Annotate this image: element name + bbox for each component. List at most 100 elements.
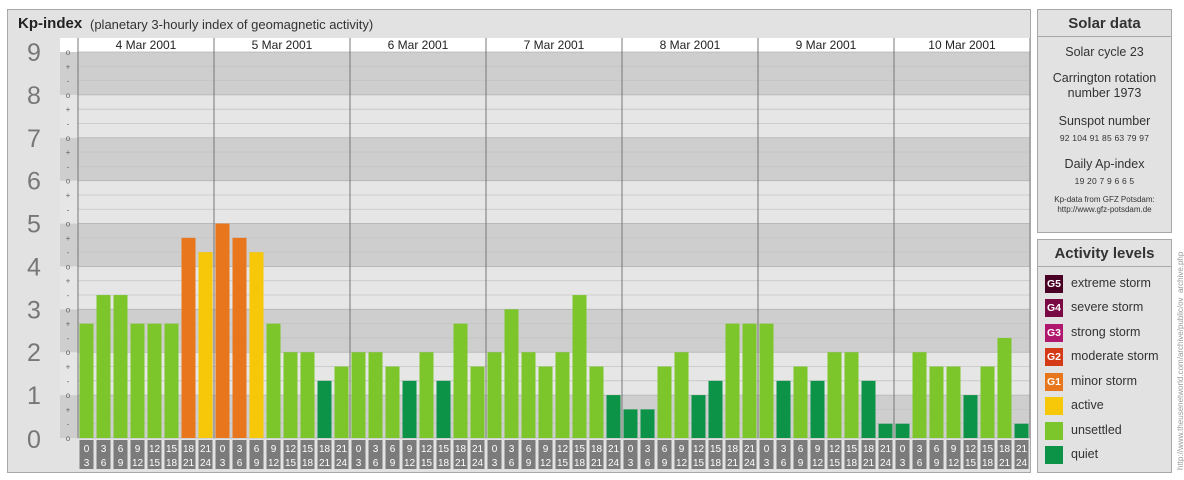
interval-start-label: 3 xyxy=(645,444,651,455)
y-tick-label: 2 xyxy=(27,339,41,367)
interval-end-label: 6 xyxy=(917,458,923,469)
interval-end-label: 12 xyxy=(132,458,144,469)
interval-start-label: 21 xyxy=(472,444,484,455)
y-minor-label: - xyxy=(67,334,70,343)
interval-start-label: 0 xyxy=(900,444,906,455)
y-minor-label: + xyxy=(66,62,71,71)
kp-bar xyxy=(232,237,247,438)
kp-bar xyxy=(674,352,689,438)
interval-start-label: 21 xyxy=(1016,444,1028,455)
interval-start-label: 6 xyxy=(254,444,260,455)
kp-bar xyxy=(351,352,366,438)
interval-start-label: 3 xyxy=(509,444,515,455)
kp-bar xyxy=(623,409,638,438)
source-link[interactable]: http://www.gfz-potsdam.de xyxy=(1038,205,1171,215)
interval-start-label: 21 xyxy=(880,444,892,455)
kp-bar xyxy=(912,352,927,438)
kp-bar xyxy=(453,323,468,438)
interval-start-label: 15 xyxy=(982,444,994,455)
interval-end-label: 3 xyxy=(84,458,90,469)
interval-start-label: 15 xyxy=(574,444,586,455)
interval-start-label: 6 xyxy=(526,444,532,455)
legend-swatch: G3 xyxy=(1045,324,1063,342)
interval-start-label: 3 xyxy=(373,444,379,455)
interval-end-label: 3 xyxy=(900,458,906,469)
interval-start-label: 18 xyxy=(591,444,603,455)
interval-end-label: 18 xyxy=(166,458,178,469)
interval-start-label: 12 xyxy=(149,444,161,455)
kp-bar xyxy=(504,309,519,438)
y-minor-label: - xyxy=(67,248,70,257)
interval-start-label: 18 xyxy=(863,444,875,455)
kp-bar xyxy=(1014,423,1029,438)
interval-start-label: 0 xyxy=(84,444,90,455)
kp-bar xyxy=(725,323,740,438)
interval-end-label: 15 xyxy=(421,458,433,469)
interval-end-label: 9 xyxy=(254,458,260,469)
interval-start-label: 21 xyxy=(336,444,348,455)
kp-bar xyxy=(266,323,281,438)
interval-start-label: 9 xyxy=(815,444,821,455)
interval-end-label: 15 xyxy=(965,458,977,469)
kp-bar xyxy=(470,366,485,438)
y-tick-label: 0 xyxy=(27,426,41,454)
kp-bar xyxy=(742,323,757,438)
legend-label: active xyxy=(1071,398,1104,412)
interval-start-label: 15 xyxy=(302,444,314,455)
interval-start-label: 0 xyxy=(764,444,770,455)
kp-bar xyxy=(538,366,553,438)
interval-end-label: 12 xyxy=(676,458,688,469)
interval-end-label: 18 xyxy=(574,458,586,469)
interval-end-label: 24 xyxy=(200,458,212,469)
activity-levels-panel: Activity levels G5 extreme storm G4 seve… xyxy=(1037,239,1172,473)
y-minor-label: + xyxy=(66,191,71,200)
interval-start-label: 9 xyxy=(951,444,957,455)
kp-bar xyxy=(521,352,536,438)
kp-bar xyxy=(249,252,264,438)
y-minor-label: o xyxy=(66,220,71,229)
kp-bar xyxy=(895,423,910,438)
kp-bar xyxy=(198,252,213,438)
y-tick-label: 7 xyxy=(27,125,41,153)
interval-end-label: 9 xyxy=(526,458,532,469)
kp-bar xyxy=(810,380,825,438)
y-minor-label: + xyxy=(66,234,71,243)
interval-end-label: 9 xyxy=(934,458,940,469)
interval-end-label: 9 xyxy=(118,458,124,469)
interval-start-label: 6 xyxy=(934,444,940,455)
legend-swatch xyxy=(1045,446,1063,464)
y-minor-label: o xyxy=(66,348,71,357)
y-minor-label: - xyxy=(67,291,70,300)
interval-start-label: 18 xyxy=(455,444,467,455)
kp-chart-panel: 0 1 2 3 4 5 6 7 8 9 o - + o - + o - + o - + o - + o - + o - + o - + o - + o 4 … xyxy=(7,9,1031,473)
kp-bar xyxy=(606,395,621,438)
interval-start-label: 12 xyxy=(829,444,841,455)
day-label: 9 Mar 2001 xyxy=(796,38,857,52)
kp-bar xyxy=(759,323,774,438)
interval-end-label: 24 xyxy=(472,458,484,469)
kp-bar xyxy=(929,366,944,438)
interval-start-label: 3 xyxy=(781,444,787,455)
interval-start-label: 18 xyxy=(999,444,1011,455)
interval-end-label: 18 xyxy=(846,458,858,469)
y-minor-label: + xyxy=(66,148,71,157)
y-minor-label: - xyxy=(67,377,70,386)
interval-end-label: 21 xyxy=(863,458,875,469)
solar-data-title: Solar data xyxy=(1038,10,1171,37)
kp-bar xyxy=(555,352,570,438)
kp-bar xyxy=(793,366,808,438)
interval-start-label: 6 xyxy=(118,444,124,455)
y-tick-label: 8 xyxy=(27,82,41,110)
kp-bar xyxy=(368,352,383,438)
interval-start-label: 0 xyxy=(492,444,498,455)
y-tick-label: 4 xyxy=(27,253,41,281)
interval-start-label: 12 xyxy=(557,444,569,455)
kp-bar xyxy=(878,423,893,438)
y-minor-label: o xyxy=(66,391,71,400)
day-label: 10 Mar 2001 xyxy=(928,38,996,52)
sunspot-values: 92 104 91 85 63 79 97 xyxy=(1059,133,1150,143)
interval-end-label: 21 xyxy=(591,458,603,469)
kp-bar xyxy=(963,395,978,438)
kp-bar xyxy=(980,366,995,438)
legend-swatch: G1 xyxy=(1045,373,1063,391)
